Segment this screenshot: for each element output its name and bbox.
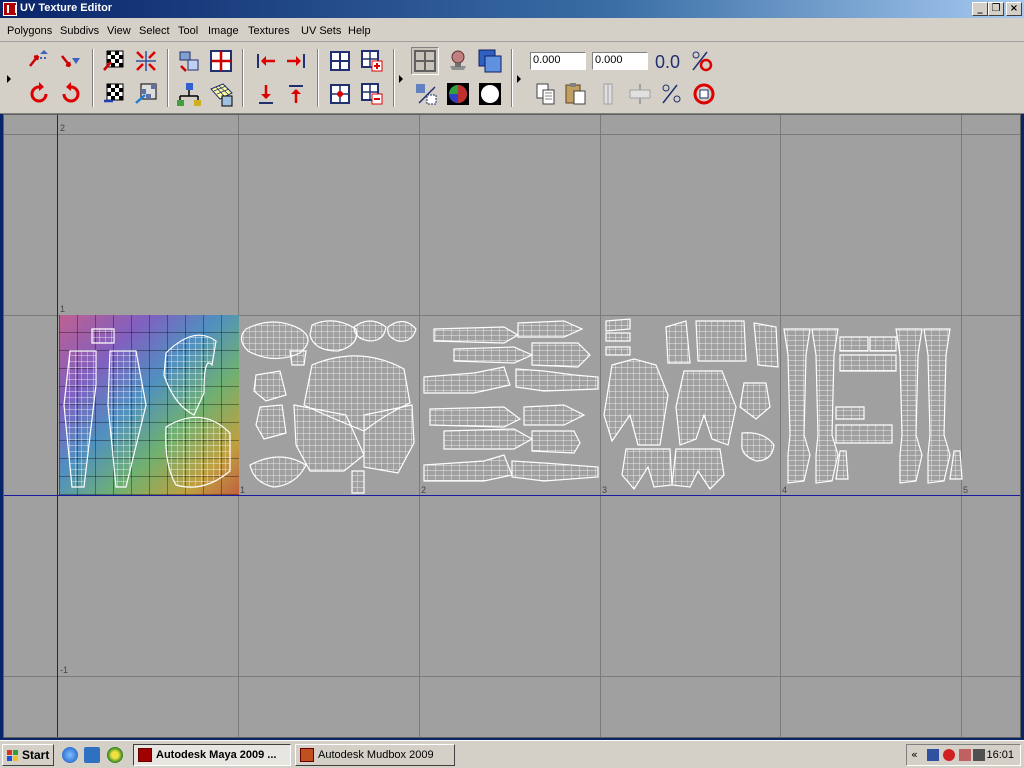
paste-v-icon[interactable] xyxy=(627,81,653,107)
menu-select[interactable]: Select xyxy=(139,25,170,37)
internet-explorer-icon[interactable] xyxy=(62,747,78,763)
window-title: UV Texture Editor xyxy=(20,2,113,14)
system-tray: « 16:01 xyxy=(906,744,1021,766)
cycle-uv-2-icon[interactable] xyxy=(691,81,717,107)
isolate-select-icon[interactable] xyxy=(327,48,353,74)
toolbar-separator xyxy=(393,49,395,107)
uv-shell-tile4 xyxy=(783,328,963,484)
uv-shell-tile1 xyxy=(240,320,417,494)
paste-uvs-icon[interactable] xyxy=(563,81,589,107)
sew-uvs-icon[interactable] xyxy=(133,81,159,107)
remove-isolate-icon[interactable] xyxy=(327,81,353,107)
swap-uvs-icon[interactable] xyxy=(659,81,685,107)
clock: 16:01 xyxy=(986,749,1014,761)
toolbar-grip[interactable] xyxy=(7,47,12,109)
filter-image-icon[interactable] xyxy=(477,81,503,107)
rotate-ccw-icon[interactable] xyxy=(26,81,52,107)
toolbar-separator xyxy=(511,49,513,107)
minimize-button[interactable]: _ xyxy=(972,2,988,16)
u-coordinate-field[interactable]: 0.000 xyxy=(530,52,586,70)
move-left-icon[interactable] xyxy=(253,48,279,74)
taskbar: Start Autodesk Maya 2009 ... Autodesk Mu… xyxy=(0,740,1024,768)
maya-task-icon xyxy=(138,748,152,762)
toggle-grid-icon[interactable] xyxy=(411,47,439,75)
checker-map-2-icon[interactable] xyxy=(101,81,127,107)
toolbar-grip[interactable] xyxy=(517,47,522,109)
toolbar-separator xyxy=(317,49,319,107)
menu-polygons[interactable]: Polygons xyxy=(7,25,52,37)
precision-label[interactable]: 0.0 xyxy=(655,49,681,75)
cut-uvs-icon[interactable] xyxy=(133,48,159,74)
menu-image[interactable]: Image xyxy=(208,25,239,37)
toolbar-separator xyxy=(92,49,94,107)
toolbar-separator xyxy=(242,49,244,107)
copy-uvs-icon[interactable] xyxy=(533,81,559,107)
menu-textures[interactable]: Textures xyxy=(248,25,290,37)
uv-shells xyxy=(63,318,963,494)
taskbar-maya-label: Autodesk Maya 2009 ... xyxy=(156,749,277,761)
flip-v-icon[interactable] xyxy=(58,48,84,74)
taskbar-mudbox-button[interactable]: Autodesk Mudbox 2009 xyxy=(295,744,455,766)
shield-icon[interactable] xyxy=(959,749,971,761)
menu-help[interactable]: Help xyxy=(348,25,371,37)
straighten-icon[interactable] xyxy=(176,81,202,107)
menu-subdivs[interactable]: Subdivs xyxy=(60,25,99,37)
maximize-button[interactable]: ❐ xyxy=(988,2,1004,16)
maya-app-icon[interactable] xyxy=(3,2,17,16)
windows-logo-icon xyxy=(7,750,18,761)
shaded-uv-icon[interactable] xyxy=(445,81,471,107)
start-button[interactable]: Start xyxy=(2,744,54,766)
uv-shell-tile0 xyxy=(63,328,231,488)
toolbar-separator xyxy=(167,49,169,107)
layout-icon[interactable] xyxy=(208,48,234,74)
security-alert-icon[interactable] xyxy=(943,749,955,761)
cycle-uv-icon[interactable] xyxy=(689,48,715,74)
display-image-icon[interactable] xyxy=(477,48,503,74)
checker-map-icon[interactable] xyxy=(101,48,127,74)
network-icon[interactable] xyxy=(927,749,939,761)
show-desktop-icon[interactable] xyxy=(84,747,100,763)
move-down-icon[interactable] xyxy=(253,81,279,107)
rotate-cw-icon[interactable] xyxy=(58,81,84,107)
volume-icon[interactable] xyxy=(973,749,985,761)
uv-shell-tile2 xyxy=(423,320,599,482)
mudbox-task-icon xyxy=(300,748,314,762)
menu-view[interactable]: View xyxy=(107,25,131,37)
title-bar: UV Texture Editor _ ❐ × xyxy=(0,0,1024,18)
move-right-icon[interactable] xyxy=(283,48,309,74)
menu-bar: Polygons Subdivs View Select Tool Image … xyxy=(0,18,1024,42)
paste-u-icon[interactable] xyxy=(595,81,621,107)
move-up-icon[interactable] xyxy=(283,81,309,107)
menu-tool[interactable]: Tool xyxy=(178,25,198,37)
toolbar: 0.000 0.000 0.0 xyxy=(0,42,1024,114)
taskbar-maya-button[interactable]: Autodesk Maya 2009 ... xyxy=(133,744,291,766)
move-uv-shell-icon[interactable] xyxy=(176,48,202,74)
toolbar-grip[interactable] xyxy=(399,47,404,109)
add-isolate-icon[interactable] xyxy=(359,48,385,74)
media-player-icon[interactable] xyxy=(107,747,123,763)
v-coordinate-field[interactable]: 0.000 xyxy=(592,52,648,70)
uv-viewport[interactable]: 2 1 -1 1 2 3 4 5 xyxy=(3,114,1021,738)
grid-uvs-icon[interactable] xyxy=(208,81,234,107)
subtract-isolate-icon[interactable] xyxy=(359,81,385,107)
close-button[interactable]: × xyxy=(1006,2,1022,16)
flip-u-icon[interactable] xyxy=(26,48,52,74)
taskbar-mudbox-label: Autodesk Mudbox 2009 xyxy=(318,749,434,761)
texture-borders-icon[interactable] xyxy=(413,81,439,107)
dim-image-icon[interactable] xyxy=(445,48,471,74)
uv-shell-tile3 xyxy=(603,318,779,491)
start-label: Start xyxy=(22,748,50,762)
tray-expand-chevron[interactable]: « xyxy=(911,748,918,761)
menu-uv-sets[interactable]: UV Sets xyxy=(301,25,341,37)
